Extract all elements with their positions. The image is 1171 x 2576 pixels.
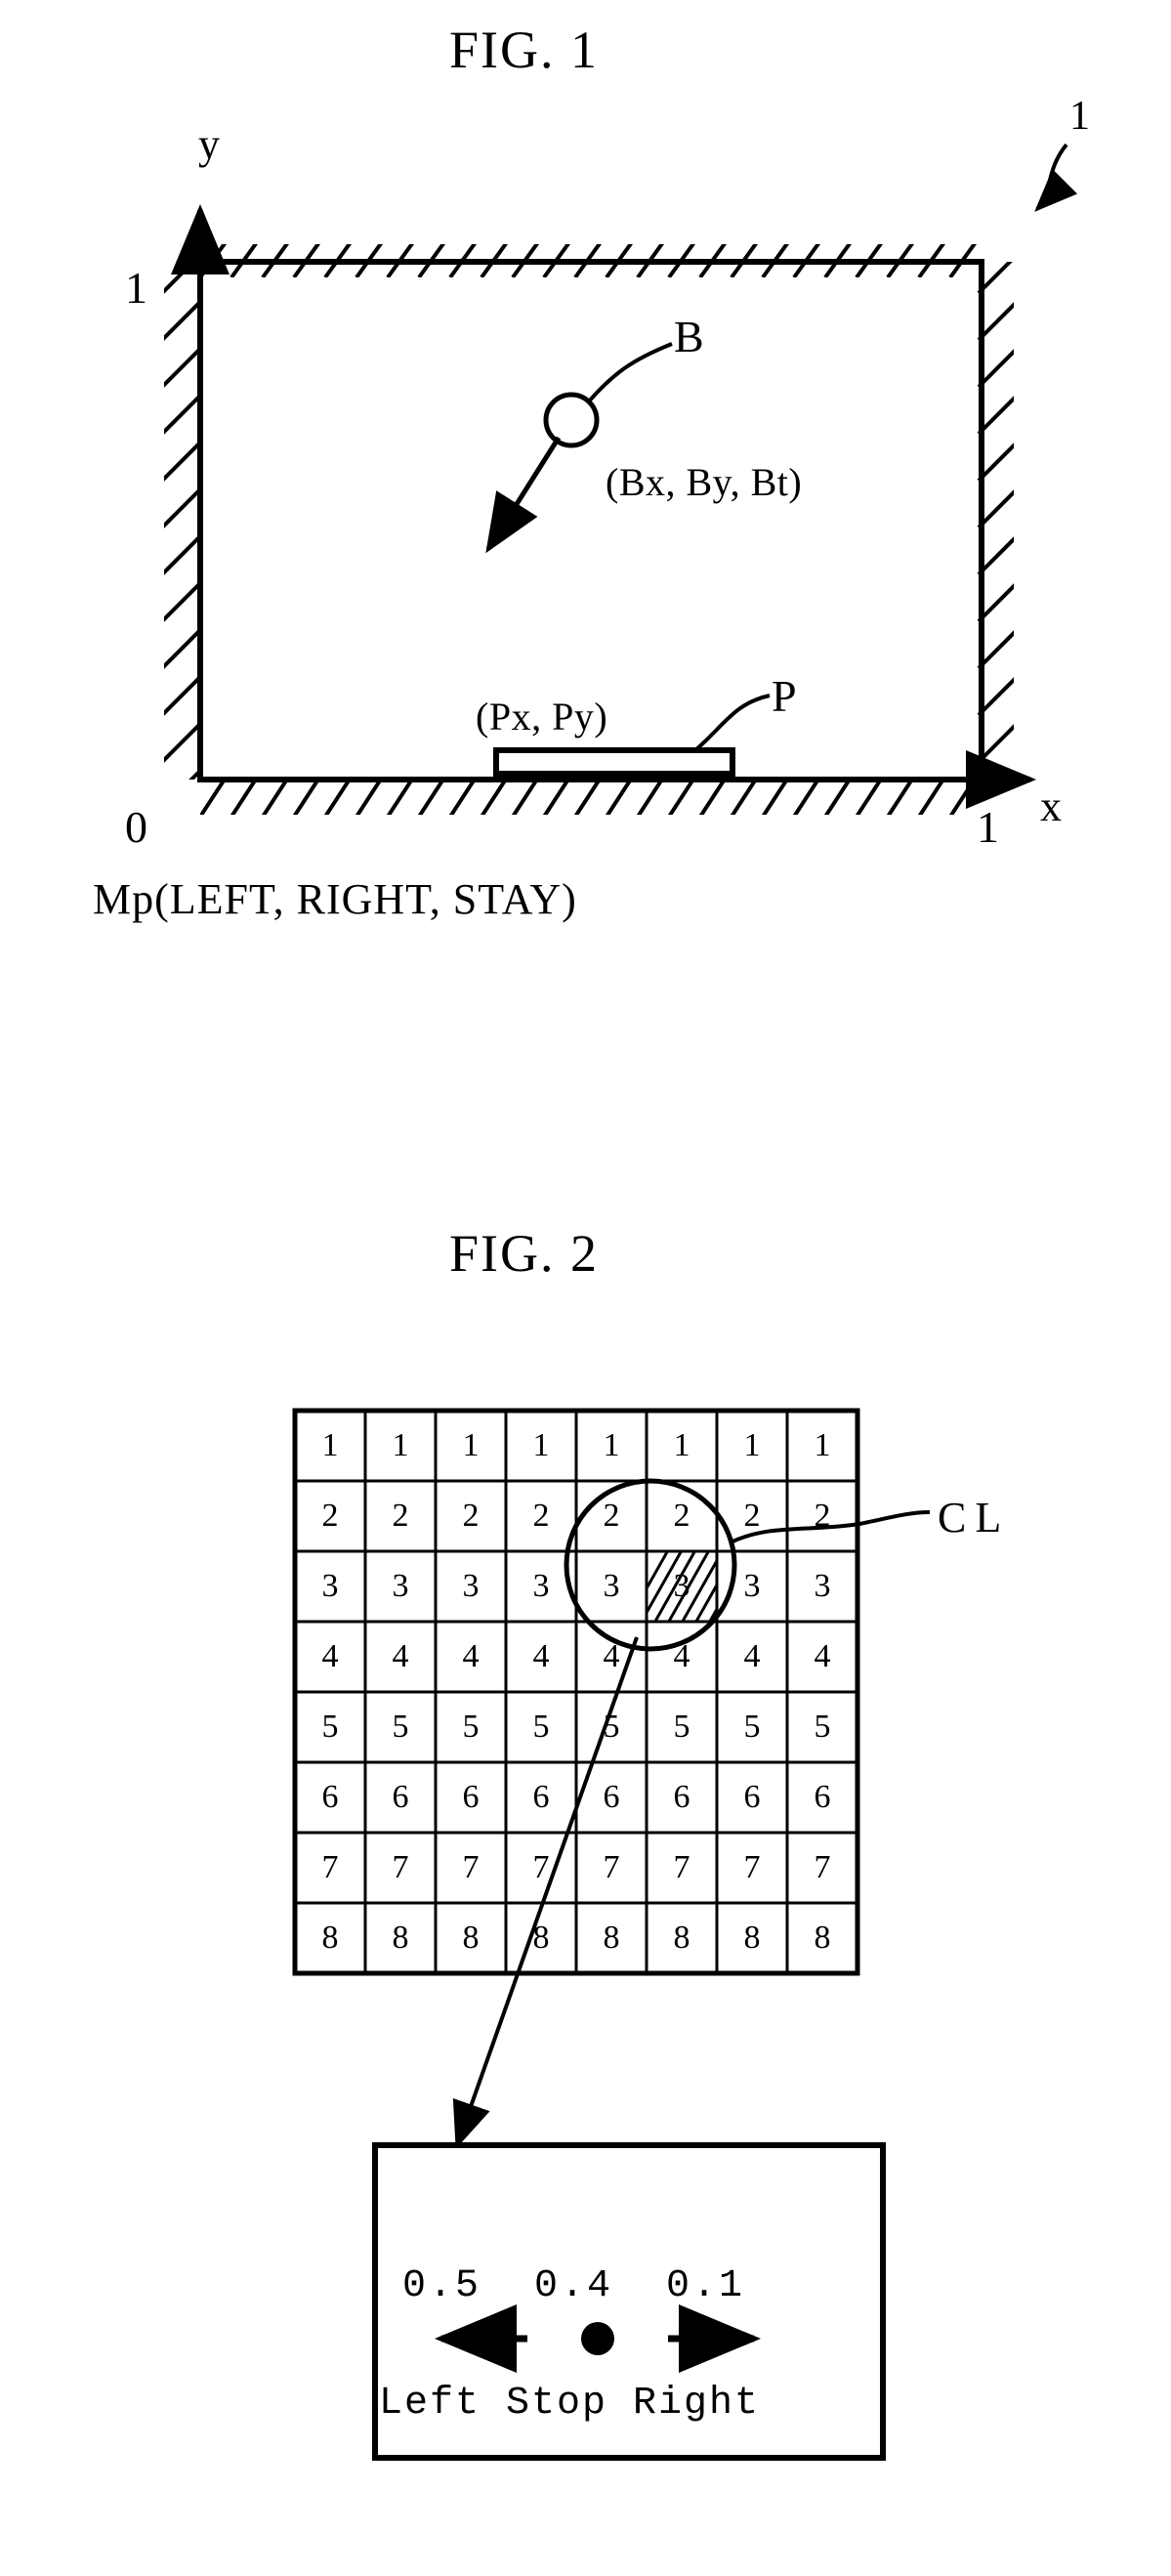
grid-cell: 7 xyxy=(321,1849,339,1885)
grid-cell: 5 xyxy=(743,1709,761,1745)
grid-cell: 3 xyxy=(532,1568,550,1604)
paddle-coordinates-label: (Px, Py) xyxy=(476,695,608,739)
grid-cell: 2 xyxy=(743,1498,761,1534)
grid-lines xyxy=(295,1411,857,1973)
y-axis-tick-label: 1 xyxy=(125,263,147,313)
grid-cell: 6 xyxy=(392,1779,409,1815)
paddle-rect xyxy=(493,747,735,777)
grid-cell: 5 xyxy=(321,1709,339,1745)
grid-cell: 1 xyxy=(532,1427,550,1463)
x-axis-label: x xyxy=(1040,782,1062,830)
ball-coordinates-label: (Bx, By, Bt) xyxy=(606,460,803,504)
grid-cell: 8 xyxy=(392,1920,409,1956)
x-axis-tick-label: 1 xyxy=(977,802,999,852)
ball-label: B xyxy=(674,312,704,361)
grid-cell: 1 xyxy=(462,1427,480,1463)
grid-cell: 7 xyxy=(532,1849,550,1885)
grid-cell: 1 xyxy=(321,1427,339,1463)
grid-cell: 1 xyxy=(743,1427,761,1463)
grid-cell: 1 xyxy=(673,1427,690,1463)
grid-cell: 6 xyxy=(814,1779,831,1815)
grid-cell: 7 xyxy=(814,1849,831,1885)
grid-cell: 6 xyxy=(603,1779,620,1815)
grid-cell: 5 xyxy=(462,1709,480,1745)
grid-cell: 8 xyxy=(673,1920,690,1956)
grid-cell: 3 xyxy=(743,1568,761,1604)
grid-cell: 3 xyxy=(392,1568,409,1604)
ball-leader-line xyxy=(586,342,673,404)
callout-label: CL xyxy=(938,1494,1011,1541)
grid-cell: 8 xyxy=(321,1920,339,1956)
grid-cell: 2 xyxy=(673,1498,690,1534)
patent-drawing-sheet: FIG. 1 y x 1 0 1 1 B (Bx, By, Bt) (Px, P… xyxy=(0,0,1171,2576)
grid-cell: 2 xyxy=(462,1498,480,1534)
ball-velocity-arrow xyxy=(485,436,562,554)
reference-numeral-label: 1 xyxy=(1069,94,1090,139)
grid-cell: 3 xyxy=(462,1568,480,1604)
fig1-title: FIG. 1 xyxy=(449,21,600,79)
grid-cell: 1 xyxy=(603,1427,620,1463)
grid-cell: 7 xyxy=(392,1849,409,1885)
grid-cell: 4 xyxy=(743,1638,761,1674)
fig1-ball-group xyxy=(485,342,673,554)
fig1-reference-leader xyxy=(1034,143,1077,212)
grid-cell: 7 xyxy=(743,1849,761,1885)
grid-cell: 8 xyxy=(532,1920,550,1956)
dot-icon xyxy=(581,2322,614,2355)
paddle-label: P xyxy=(772,671,797,721)
grid-cell: 5 xyxy=(532,1709,550,1745)
grid-cell: 8 xyxy=(743,1920,761,1956)
grid-cell: 1 xyxy=(392,1427,409,1463)
grid-cell: 7 xyxy=(603,1849,620,1885)
grid-cell: 6 xyxy=(462,1779,480,1815)
y-axis-label: y xyxy=(198,120,220,168)
grid-cell: 4 xyxy=(462,1638,480,1674)
grid-cell: 5 xyxy=(814,1709,831,1745)
grid-cell: 7 xyxy=(462,1849,480,1885)
paddle-leader-line xyxy=(693,694,771,752)
drawing-vector-layer xyxy=(164,143,1077,2461)
grid-cell: 4 xyxy=(673,1638,690,1674)
grid-cell: 5 xyxy=(603,1709,620,1745)
reference-leader-arrow xyxy=(1034,143,1077,212)
grid-cell: 4 xyxy=(814,1638,831,1674)
grid-cell: 2 xyxy=(321,1498,339,1534)
grid-cell: 4 xyxy=(321,1638,339,1674)
grid-cell: 6 xyxy=(673,1779,690,1815)
grid-cell: 6 xyxy=(321,1779,339,1815)
grid-cell: 7 xyxy=(673,1849,690,1885)
left-wall-hatching xyxy=(164,262,201,780)
grid-cell: 8 xyxy=(814,1920,831,1956)
grid-cell: 5 xyxy=(673,1709,690,1745)
grid-cell: 4 xyxy=(532,1638,550,1674)
fig2-title: FIG. 2 xyxy=(449,1224,600,1283)
grid-cell: 8 xyxy=(603,1920,620,1956)
origin-label: 0 xyxy=(125,802,147,852)
grid-cell: 5 xyxy=(392,1709,409,1745)
grid-cell: 4 xyxy=(603,1638,620,1674)
bottom-wall-hatching xyxy=(200,780,978,815)
grid-cell: 2 xyxy=(392,1498,409,1534)
grid-cell: 3 xyxy=(603,1568,620,1604)
fig1-caption: Mp(LEFT, RIGHT, STAY) xyxy=(93,875,577,923)
grid-cell: 6 xyxy=(532,1779,550,1815)
detail-action-labels-text: Left Stop Right xyxy=(379,2382,761,2426)
grid-cell: 3 xyxy=(814,1568,831,1604)
grid-cell: 3 xyxy=(321,1568,339,1604)
grid-cell: 2 xyxy=(814,1498,831,1534)
grid-cell: 4 xyxy=(392,1638,409,1674)
grid-cell: 8 xyxy=(462,1920,480,1956)
grid-cell: 2 xyxy=(532,1498,550,1534)
grid-cell: 1 xyxy=(814,1427,831,1463)
grid-cell: 6 xyxy=(743,1779,761,1815)
detail-probabilities-text: 0.5 0.4 0.1 xyxy=(402,2264,746,2308)
grid-cell: 3 xyxy=(673,1568,690,1604)
grid-cell: 2 xyxy=(603,1498,620,1534)
right-wall-hatching xyxy=(977,262,1014,780)
